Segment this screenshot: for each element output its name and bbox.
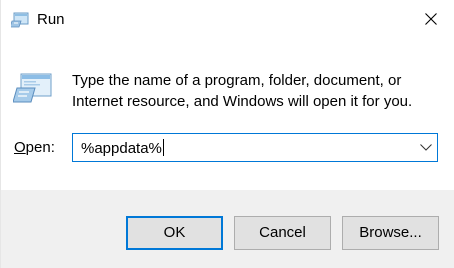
ok-button[interactable]: OK <box>126 216 223 250</box>
chevron-down-icon <box>420 144 432 151</box>
open-dropdown-button[interactable] <box>415 134 437 161</box>
open-label-mnemonic: O <box>14 139 26 156</box>
text-caret <box>162 139 164 156</box>
run-dialog: Run Type the name of a program, folder, … <box>0 0 454 268</box>
instruction-line-2: Internet resource, and Windows will open… <box>72 93 413 110</box>
run-icon <box>9 12 29 28</box>
open-input[interactable]: %appdata% <box>81 139 164 158</box>
cancel-button[interactable]: Cancel <box>234 216 331 250</box>
run-icon <box>12 72 53 104</box>
open-label: Open: <box>14 139 55 157</box>
open-label-rest: pen: <box>25 139 55 156</box>
close-icon <box>425 13 437 25</box>
open-combobox[interactable]: %appdata% <box>72 133 438 162</box>
close-button[interactable] <box>409 0 454 38</box>
instruction-line-1: Type the name of a program, folder, docu… <box>72 72 402 89</box>
instruction-text: Type the name of a program, folder, docu… <box>72 70 442 112</box>
browse-button[interactable]: Browse... <box>342 216 439 250</box>
title-bar[interactable]: Run <box>1 0 454 38</box>
open-input-value: %appdata% <box>81 140 162 157</box>
window-title: Run <box>37 11 65 28</box>
